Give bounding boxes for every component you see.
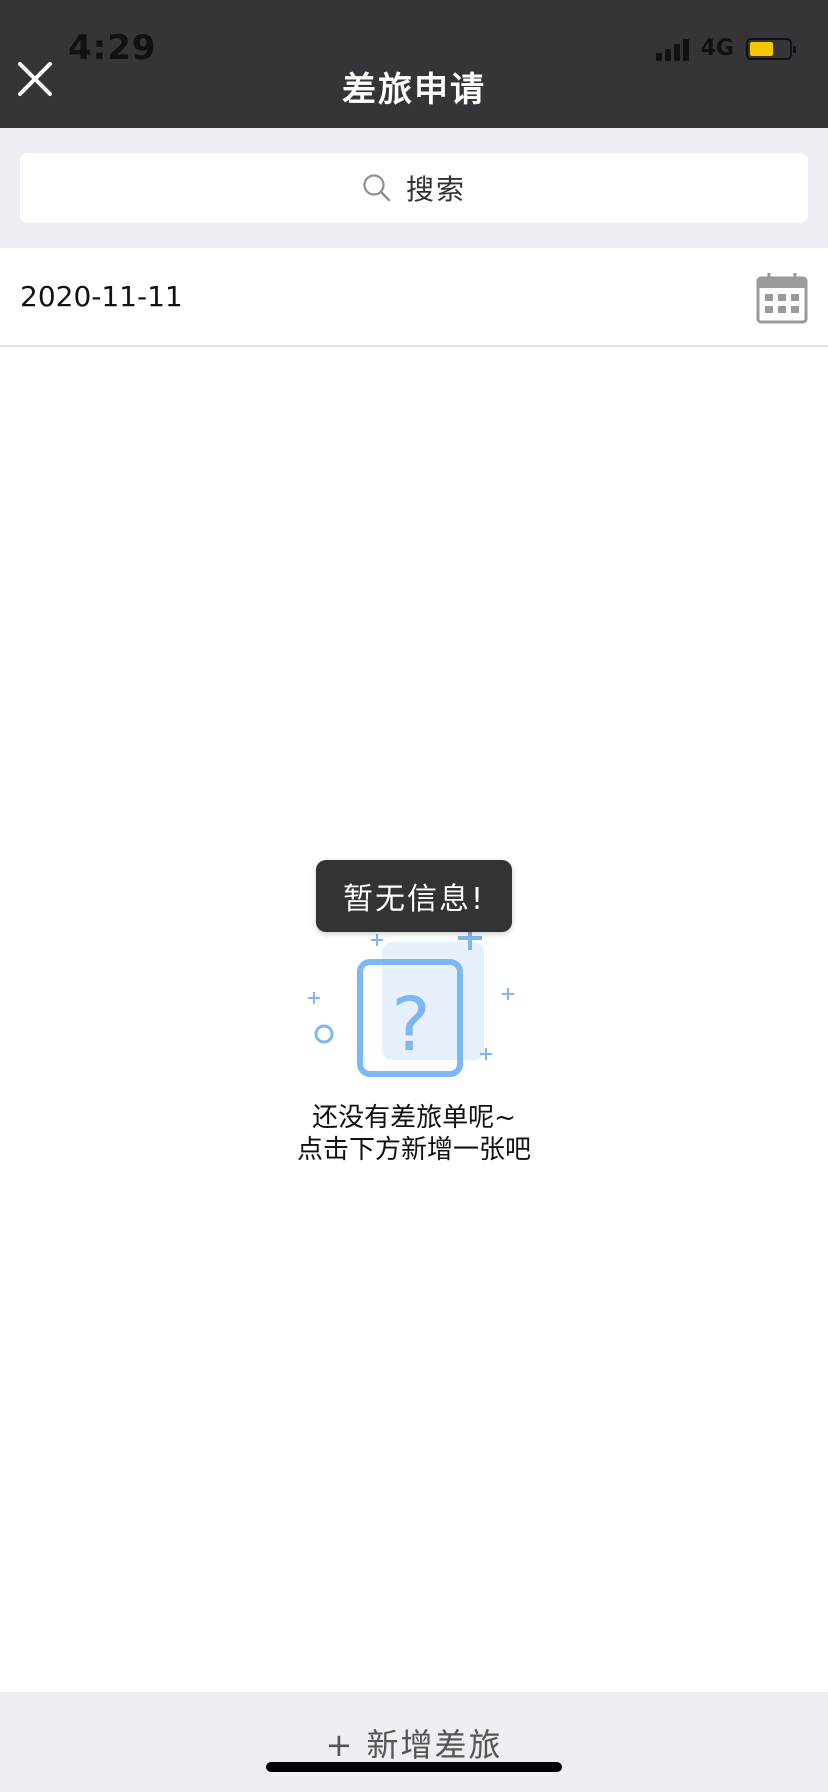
empty-state-line2: 点击下方新增一张吧 <box>296 1135 531 1165</box>
top-header: 4:29 4G 差旅申请 <box>0 0 828 128</box>
toast-message: 暂无信息! <box>316 860 512 932</box>
status-indicators: 4G <box>655 36 796 61</box>
search-placeholder: 搜索 <box>405 173 466 206</box>
page-title: 差旅申请 <box>342 70 486 110</box>
date-value: 2020-11-11 <box>20 280 183 313</box>
battery-icon <box>746 37 796 60</box>
empty-document-icon: ? <box>308 915 514 1077</box>
date-filter-row[interactable]: 2020-11-11 <box>0 248 828 347</box>
svg-text:?: ? <box>391 982 430 1068</box>
home-indicator <box>266 1762 562 1772</box>
network-type: 4G <box>700 36 734 61</box>
signal-icon <box>655 37 689 61</box>
search-icon <box>363 174 391 202</box>
calendar-icon[interactable] <box>756 272 808 324</box>
add-travel-button[interactable]: + 新增差旅 <box>0 1720 828 1766</box>
search-area: 搜索 <box>0 128 828 248</box>
search-input[interactable]: 搜索 <box>20 153 808 223</box>
bottom-action-bar: + 新增差旅 <box>0 1692 828 1792</box>
